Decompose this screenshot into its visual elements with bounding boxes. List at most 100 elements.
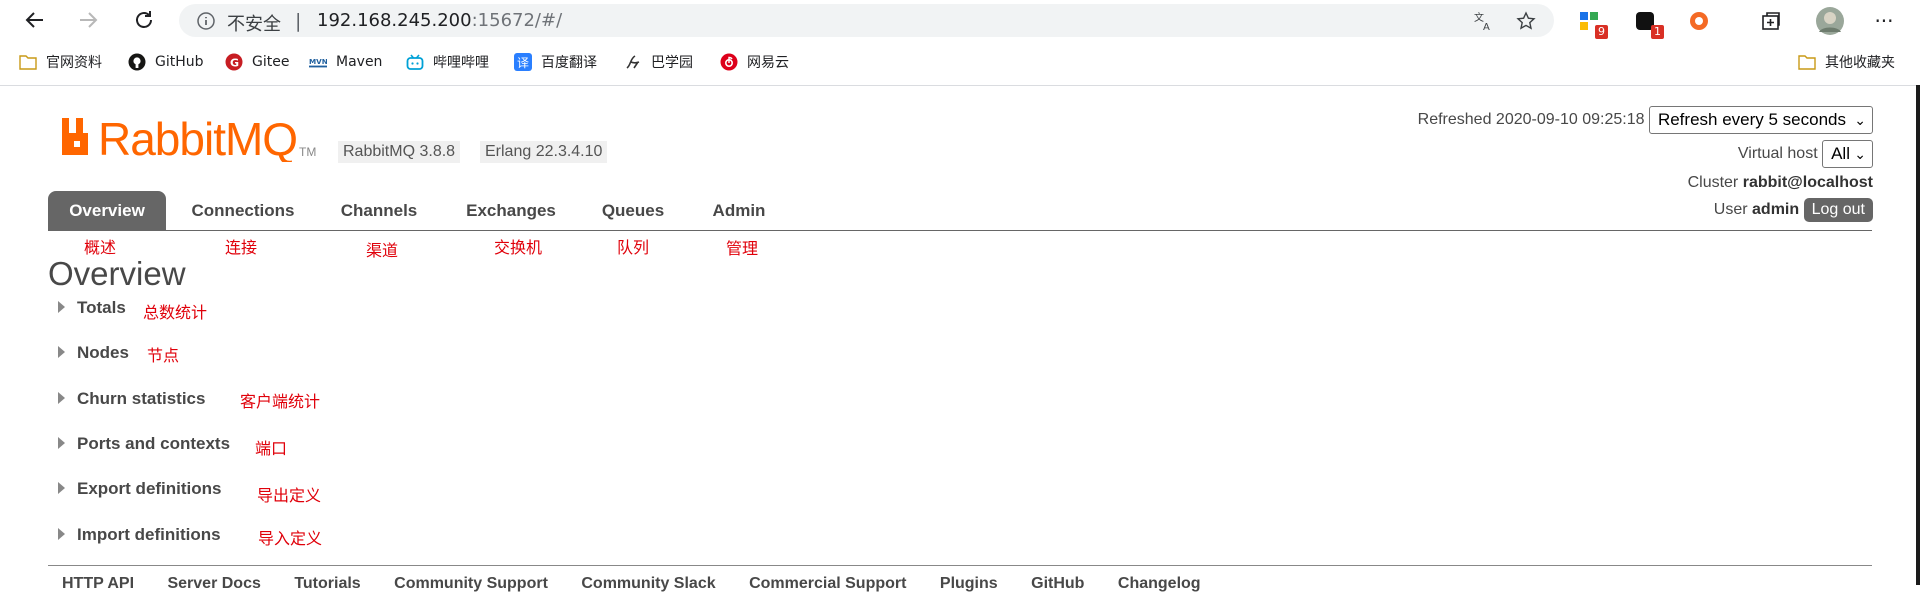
- collections-icon[interactable]: [1758, 8, 1784, 34]
- section-annotation: 总数统计: [143, 303, 208, 322]
- bookmark-gitee[interactable]: G Gitee: [225, 51, 289, 73]
- section-label: Export definitions: [77, 479, 222, 498]
- cluster-label: Cluster: [1687, 174, 1739, 191]
- tab-annotation: 交换机: [494, 238, 543, 257]
- section-annotation: 导入定义: [258, 529, 323, 548]
- reload-icon: [136, 11, 152, 28]
- section-export-definitions[interactable]: Export definitions: [58, 478, 222, 500]
- expand-triangle-icon: [58, 481, 65, 494]
- tab-admin[interactable]: Admin: [702, 191, 776, 230]
- security-label[interactable]: 不安全: [227, 10, 281, 36]
- section-import-definitions[interactable]: Import definitions: [58, 524, 221, 546]
- favorite-star-icon[interactable]: [1516, 11, 1536, 36]
- window-scrollbar[interactable]: [1916, 85, 1920, 585]
- refresh-interval-value: Refresh every 5 seconds: [1657, 110, 1846, 129]
- vhost-select[interactable]: All ⌄: [1822, 140, 1873, 168]
- vhost-value: All: [1831, 144, 1850, 163]
- url-path: :15672/#/: [471, 10, 563, 31]
- section-label: Totals: [77, 298, 126, 317]
- footer-link-commercial-support[interactable]: Commercial Support: [749, 575, 906, 593]
- tab-channels[interactable]: Channels: [329, 191, 429, 230]
- rabbitmq-logo-mark: RabbitMQ TM: [62, 113, 316, 165]
- forward-button[interactable]: [72, 4, 104, 36]
- extension-grid-icon[interactable]: 9: [1576, 8, 1608, 39]
- bookmark-netease[interactable]: 网易云: [720, 51, 789, 73]
- bookmark-github[interactable]: GitHub: [128, 51, 204, 73]
- cluster-name: rabbit@localhost: [1742, 174, 1873, 191]
- back-button[interactable]: [19, 4, 51, 36]
- profile-avatar[interactable]: [1814, 5, 1846, 37]
- footer-link-github[interactable]: GitHub: [1031, 575, 1084, 593]
- refresh-row: Refreshed 2020-09-10 09:25:18 Refresh ev…: [1418, 106, 1873, 134]
- section-annotation: 客户端统计: [240, 392, 321, 411]
- erlang-badge: Erlang 22.3.4.10: [480, 141, 608, 163]
- section-annotation: 节点: [147, 346, 180, 365]
- address-bar[interactable]: 不安全 | 192.168.245.200:15672/#/ 文A: [179, 4, 1554, 37]
- bookmark-baidu-translate[interactable]: 译 百度翻译: [514, 51, 597, 73]
- page-title: Overview: [48, 255, 186, 292]
- footer-link-server-docs[interactable]: Server Docs: [167, 575, 260, 593]
- forward-arrow-icon: [80, 12, 98, 28]
- bookmark-label: 官网资料: [46, 55, 102, 71]
- info-icon[interactable]: [196, 11, 216, 36]
- rabbitmq-logo[interactable]: RabbitMQ TM: [61, 113, 321, 167]
- bookmark-label: 网易云: [747, 55, 789, 71]
- tab-queues[interactable]: Queues: [592, 191, 674, 230]
- bookmark-label: Maven: [336, 54, 383, 70]
- version-badge: RabbitMQ 3.8.8: [338, 141, 461, 163]
- bookmark-label: 巴学园: [651, 55, 693, 71]
- tab-exchanges[interactable]: Exchanges: [455, 191, 567, 230]
- footer-link-community-slack[interactable]: Community Slack: [581, 575, 715, 593]
- bookmark-label: GitHub: [155, 54, 204, 70]
- refreshed-timestamp: Refreshed 2020-09-10 09:25:18: [1417, 111, 1645, 129]
- browser-toolbar: 不安全 | 192.168.245.200:15672/#/ 文A 9 1 ··…: [0, 0, 1920, 41]
- translate-page-icon[interactable]: 文A: [1473, 11, 1495, 36]
- bookmark-maven[interactable]: MVN Maven: [309, 51, 382, 73]
- address-separator: |: [295, 10, 302, 32]
- browser-menu-button[interactable]: ···: [1871, 8, 1897, 34]
- tab-annotation: 连接: [225, 238, 258, 257]
- footer-divider: [48, 565, 1872, 566]
- bookmark-folder-official[interactable]: 官网资料: [19, 51, 102, 73]
- expand-triangle-icon: [58, 391, 65, 404]
- section-churn-statistics[interactable]: Churn statistics: [58, 388, 205, 410]
- netease-music-icon: [720, 53, 738, 71]
- svg-text:G: G: [230, 57, 239, 70]
- logo-trademark: TM: [299, 145, 316, 159]
- footer-link-plugins[interactable]: Plugins: [940, 575, 998, 593]
- bookmark-label: 百度翻译: [541, 55, 597, 71]
- section-label: Import definitions: [77, 525, 221, 544]
- vhost-label: Virtual host: [1737, 145, 1818, 163]
- extension-badge: 9: [1595, 25, 1608, 39]
- tab-annotation: 管理: [726, 239, 759, 258]
- section-totals[interactable]: Totals: [58, 297, 126, 319]
- github-icon: [128, 53, 146, 71]
- main-tabs: Overview Connections Channels Exchanges …: [48, 191, 1872, 231]
- footer-link-http-api[interactable]: HTTP API: [62, 575, 134, 593]
- bookmark-bilibili[interactable]: 哔哩哔哩: [406, 51, 489, 73]
- extension-dark-icon[interactable]: 1: [1632, 8, 1664, 39]
- svg-text:A: A: [1483, 22, 1490, 31]
- section-annotation: 端口: [255, 439, 288, 458]
- section-label: Ports and contexts: [77, 434, 231, 453]
- baxueyuan-icon: [624, 53, 642, 71]
- footer-link-tutorials[interactable]: Tutorials: [294, 575, 360, 593]
- reload-button[interactable]: [128, 4, 160, 36]
- section-nodes[interactable]: Nodes: [58, 342, 129, 364]
- url-text[interactable]: 192.168.245.200:15672/#/: [317, 10, 562, 31]
- extension-badge: 1: [1651, 25, 1664, 39]
- gitee-icon: G: [225, 53, 243, 71]
- vhost-row: Virtual host All ⌄: [1738, 140, 1873, 168]
- tab-overview[interactable]: Overview: [48, 191, 166, 230]
- extension-orange-icon[interactable]: [1686, 8, 1712, 34]
- footer-link-changelog[interactable]: Changelog: [1118, 575, 1201, 593]
- tab-annotation: 队列: [617, 238, 650, 257]
- tab-connections[interactable]: Connections: [184, 191, 302, 230]
- svg-text:译: 译: [517, 56, 529, 70]
- bookmark-other-folder[interactable]: 其他收藏夹: [1798, 51, 1895, 73]
- footer-link-community-support[interactable]: Community Support: [394, 575, 548, 593]
- refresh-interval-select[interactable]: Refresh every 5 seconds ⌄: [1648, 106, 1873, 134]
- section-ports-and-contexts[interactable]: Ports and contexts: [58, 433, 230, 455]
- bookmark-baxueyuan[interactable]: 巴学园: [624, 51, 693, 73]
- url-host: 192.168.245.200: [317, 10, 472, 31]
